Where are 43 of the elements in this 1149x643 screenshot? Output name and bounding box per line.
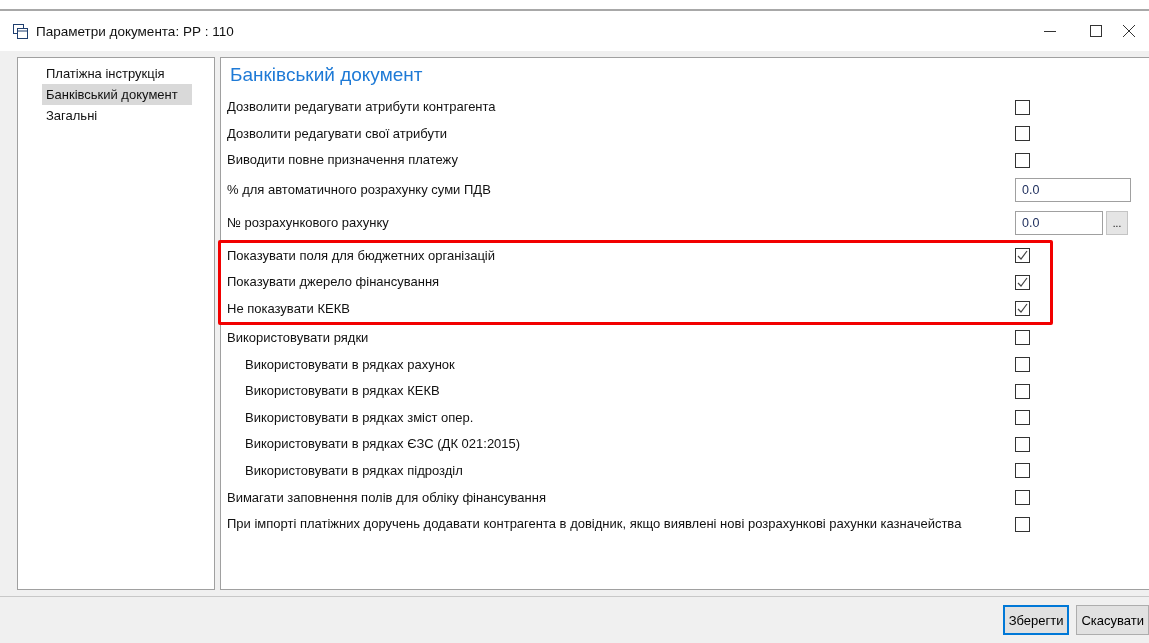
browse-button[interactable]: ... (1106, 211, 1128, 236)
setting-label: % для автоматичного розрахунку суми ПДВ (227, 182, 492, 199)
checkbox[interactable] (1015, 463, 1030, 479)
checkbox[interactable] (1015, 357, 1030, 373)
checkbox[interactable] (1015, 153, 1030, 168)
setting-label: Показувати поля для бюджетних організацій (227, 247, 497, 264)
setting-label: Вимагати заповнення полів для обліку фінансування (227, 489, 547, 506)
close-icon[interactable] (1123, 25, 1135, 37)
setting-label: № розрахункового рахунку (227, 215, 390, 232)
setting-label: Використовувати в рядках зміст опер. (244, 409, 475, 426)
setting-label: Використовувати рядки (227, 329, 370, 346)
setting-label: Використовувати в рядках ЄЗС (ДК 021:2015) (244, 436, 522, 453)
input-field[interactable]: 0.0 (1015, 211, 1103, 236)
setting-label: Виводити повне призначення платежу (227, 152, 459, 169)
sidebar-item[interactable]: Платіжна інструкція (42, 63, 192, 84)
cancel-button[interactable]: Скасувати (1076, 605, 1149, 635)
checkbox[interactable] (1015, 410, 1030, 426)
setting-label: Не показувати КЕКВ (227, 300, 351, 317)
checkbox[interactable] (1015, 516, 1030, 532)
section-title: Банківський документ (230, 64, 424, 86)
setting-label: При імпорті платіжних доручень додавати контрагента в довідник, якщо виявлені нові розрахункові рахунки казначейства (227, 516, 963, 533)
checkbox[interactable] (1015, 301, 1030, 316)
save-button[interactable]: Зберегти (1002, 605, 1070, 635)
window-title: Параметри документа: РР : 110 (36, 23, 234, 39)
maximize-icon[interactable] (1090, 25, 1102, 37)
sidebar-item[interactable]: Загальні (42, 105, 192, 126)
checkbox[interactable] (1015, 436, 1030, 452)
setting-label: Використовувати в рядках КЕКВ (244, 383, 441, 400)
checkbox[interactable] (1015, 274, 1030, 290)
checkbox[interactable] (1015, 383, 1030, 399)
setting-label: Дозволити редагувати атрибути контрагента (227, 99, 497, 116)
checkbox[interactable] (1015, 126, 1030, 142)
checkbox[interactable] (1015, 490, 1030, 506)
input-field[interactable]: 0.0 (1015, 178, 1131, 203)
setting-label: Використовувати в рядках підрозділ (244, 462, 464, 479)
setting-label: Показувати джерело фінансування (227, 274, 441, 291)
checkbox[interactable] (1015, 248, 1030, 264)
checkbox[interactable] (1015, 99, 1030, 115)
setting-label: Використовувати в рядках рахунок (244, 356, 456, 373)
checkbox[interactable] (1015, 330, 1030, 346)
setting-label: Дозволити редагувати свої атрибути (227, 125, 449, 142)
sidebar-item[interactable]: Банківський документ (42, 84, 192, 105)
window-icon (13, 23, 28, 39)
